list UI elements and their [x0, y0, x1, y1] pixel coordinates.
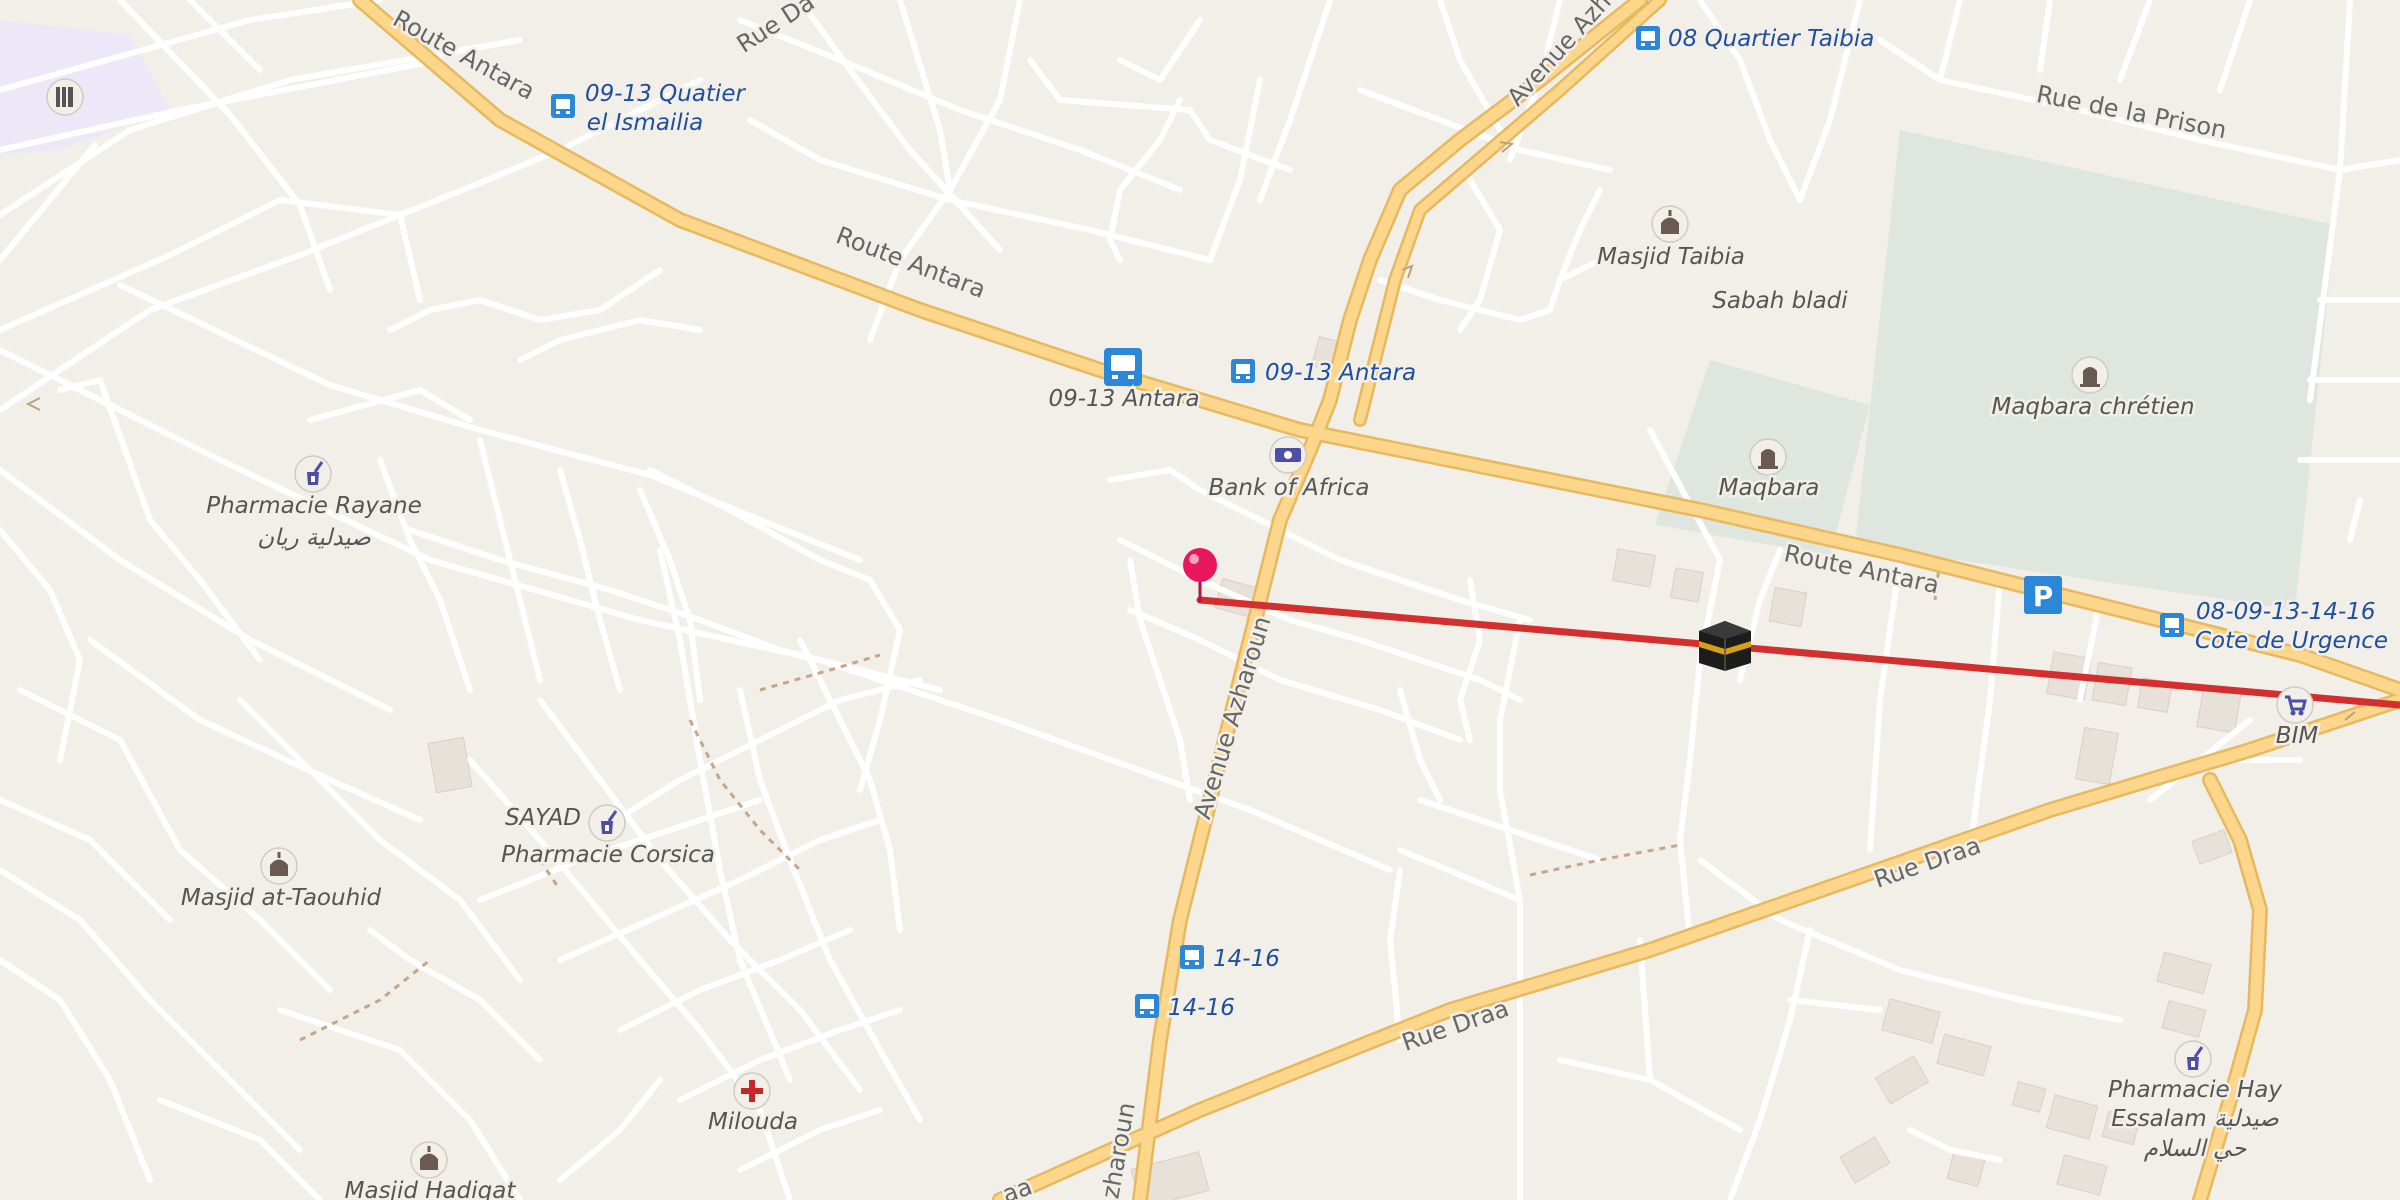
bus-stop-label: el Ismailia	[587, 110, 703, 136]
bus-stop-label: 14-16	[1213, 946, 1280, 972]
poi-label-sayad: SAYAD	[505, 805, 581, 831]
poi-label-milouda: Milouda	[708, 1109, 798, 1135]
poi-label-sabah-bladi: Sabah bladi	[1712, 288, 1848, 314]
poi-label-masjid-at-taouhid: Masjid at-Taouhid	[181, 885, 382, 911]
cemetery-icon[interactable]	[2071, 356, 2109, 394]
bus-stop-icon[interactable]	[551, 94, 575, 118]
bank-icon[interactable]	[1269, 436, 1307, 474]
bus-station-label: 09-13 Antara	[1048, 386, 1199, 412]
bus-stop-icon[interactable]	[1135, 994, 1159, 1018]
poi-label-bank-of-africa: Bank of Africa	[1209, 475, 1370, 501]
bus-stop-label: 09-13 Antara	[1265, 360, 1416, 386]
poi-label-pharmacie-rayane-arabic: صيدلية ريان	[257, 525, 371, 551]
poi-label-maqbara-chretien: Maqbara chrétien	[1991, 394, 2194, 420]
poi-label-pharmacie-essalam-arabic: حي السلام	[2144, 1136, 2247, 1162]
mosque-icon[interactable]	[410, 1141, 448, 1179]
parking-label: P	[2033, 580, 2054, 613]
bus-stop-label: 09-13 Quatier	[585, 81, 746, 107]
bus-stop-icon[interactable]	[2160, 613, 2184, 637]
poi-label-maqbara: Maqbara	[1719, 475, 1820, 501]
map-svg[interactable]: P Route Antara Route Antara Route Antara…	[0, 0, 2400, 1200]
pharmacy-icon[interactable]	[588, 804, 626, 842]
pharmacy-icon[interactable]	[2174, 1040, 2212, 1078]
parking-icon[interactable]: P	[2024, 576, 2062, 614]
bus-stop-label: 08-09-13-14-16	[2196, 599, 2376, 625]
shop-icon[interactable]	[2276, 686, 2314, 724]
kaaba-icon[interactable]	[1699, 621, 1751, 671]
bus-stop-icon[interactable]	[1231, 359, 1255, 383]
mosque-icon[interactable]	[1651, 205, 1689, 243]
poi-label-pharmacie-rayane: Pharmacie Rayane	[206, 493, 422, 519]
bus-stop-label: 08 Quartier Taibia	[1668, 26, 1874, 52]
library-icon	[46, 78, 84, 116]
bus-stop-label: 14-16	[1168, 995, 1235, 1021]
mosque-icon[interactable]	[260, 847, 298, 885]
map-canvas[interactable]: P Route Antara Route Antara Route Antara…	[0, 0, 2400, 1200]
poi-label-pharmacie-essalam: Essalam صيدلية	[2111, 1106, 2279, 1132]
poi-label-pharmacie-corsica: Pharmacie Corsica	[501, 842, 715, 868]
pharmacy-icon[interactable]	[294, 455, 332, 493]
doctor-icon[interactable]	[733, 1072, 771, 1110]
poi-label-masjid-hadiqat: Masjid Hadiqat	[345, 1178, 517, 1200]
bus-stop-icon[interactable]	[1636, 26, 1660, 50]
poi-label-masjid-taibia: Masjid Taibia	[1597, 244, 1745, 270]
poi-label-pharmacie-essalam: Pharmacie Hay	[2108, 1077, 2282, 1103]
bus-stop-icon[interactable]	[1180, 945, 1204, 969]
cemetery-icon[interactable]	[1749, 438, 1787, 476]
poi-label-bim: BIM	[2276, 723, 2319, 749]
bus-stop-label: Cote de Urgence	[2195, 628, 2388, 654]
bus-station-icon[interactable]	[1104, 348, 1142, 386]
